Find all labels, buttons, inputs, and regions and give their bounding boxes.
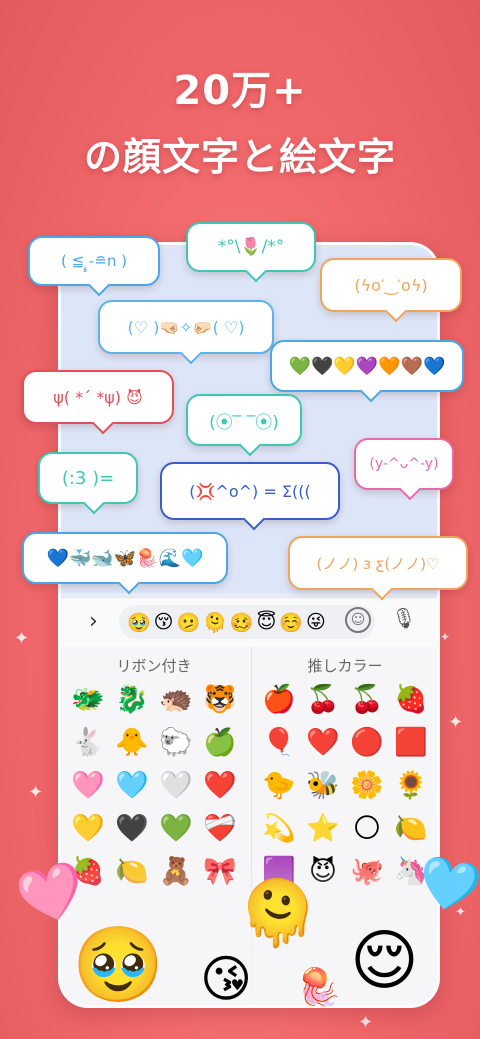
sparkle-icon: ✦	[28, 782, 44, 803]
emoji-key[interactable]: 🍒	[345, 679, 389, 720]
kaomoji-bubble: ψ( *´ *ψ) 😈	[22, 370, 174, 424]
emoji-key[interactable]: 🍏	[198, 722, 242, 763]
emoji-key[interactable]: ❤️	[198, 765, 242, 806]
kaomoji-bubble: *°\🌷/*°	[186, 222, 316, 272]
emoji-key[interactable]: 🩵	[110, 765, 154, 806]
emoji-keyboard-icon[interactable]: ☺	[345, 607, 371, 633]
emoji-key[interactable]: ❤️	[301, 722, 345, 763]
emoji-suggestion-bar[interactable]: 🥹 😚 🫤 🫠 🥴 😇 ☺️ 😜	[119, 605, 375, 639]
kissing-face-icon: 😘	[200, 950, 253, 1008]
headline-count: 20万+	[173, 68, 307, 114]
headline-subtitle: の顔文字と絵文字	[83, 135, 396, 179]
emoji-key[interactable]: 🐥	[110, 722, 154, 763]
kaomoji-bubble: (💢^o^) = Σ(((	[160, 462, 340, 520]
kaomoji-bubble: (♡ )🤜🏻✧🤛🏻( ♡)	[98, 300, 274, 354]
emoji-key[interactable]: 🌕	[345, 808, 389, 849]
emoji-key[interactable]: 🌼	[345, 765, 389, 806]
suggestion-emoji[interactable]: ☺️	[279, 611, 303, 634]
column-title-oshi-color: 推しカラー	[307, 657, 383, 675]
emoji-key[interactable]: 💚	[154, 808, 198, 849]
pleading-face-icon: 🥹	[72, 922, 165, 1008]
sparkle-icon: ✦	[14, 628, 30, 649]
emoji-key[interactable]: ⭐	[301, 808, 345, 849]
jellyfish-icon: 🪼	[296, 967, 341, 1008]
column-title-ribbon: リボン付き	[116, 657, 192, 675]
emoji-key[interactable]: 🍋	[389, 808, 433, 849]
sparkle-icon: ✦	[440, 630, 451, 644]
emoji-key[interactable]: 🖤	[110, 808, 154, 849]
suggestion-emoji[interactable]: 🥹	[127, 611, 151, 634]
emoji-key[interactable]: 💫	[257, 808, 301, 849]
emoji-key[interactable]: 🐤	[257, 765, 301, 806]
emoji-key[interactable]: 🍎	[257, 679, 301, 720]
emoji-key[interactable]: 🐉	[110, 679, 154, 720]
emoji-key[interactable]: ❤️‍🩹	[198, 808, 242, 849]
emoji-key[interactable]: 🐲	[66, 679, 110, 720]
suggestion-emoji[interactable]: 🥴	[230, 611, 254, 634]
emoji-key[interactable]: 🤍	[154, 765, 198, 806]
emoji-key[interactable]: 💛	[66, 808, 110, 849]
kaomoji-bubble: (ノノ) ɜ ƹ(ノノ)♡	[288, 536, 468, 590]
emoji-bubble: 💙🐳🐋🦋🪼🌊🩵	[22, 532, 228, 584]
light-blue-heart-icon: 🩵	[412, 850, 480, 920]
suggestion-emoji[interactable]: 😚	[154, 611, 174, 633]
kaomoji-bubble: (:3 )=	[38, 452, 138, 504]
kaomoji-bubble: (y-^ᴗ^-y)	[354, 438, 454, 490]
emoji-key[interactable]: 🟥	[389, 722, 433, 763]
emoji-key[interactable]: 🐇	[66, 722, 110, 763]
sparkle-icon: ✦	[358, 1012, 374, 1033]
emoji-key[interactable]: 🦔	[154, 679, 198, 720]
keyboard-toolbar: › 🥹 😚 🫤 🫠 🥴 😇 ☺️ 😜 ☺ 🎙	[61, 597, 437, 649]
relieved-face-icon: 😌	[350, 922, 419, 999]
chevron-right-icon[interactable]: ›	[89, 609, 98, 634]
emoji-key[interactable]: 🩷	[66, 765, 110, 806]
suggestion-emoji[interactable]: 🫠	[203, 611, 227, 634]
emoji-key[interactable]: 🍒	[301, 679, 345, 720]
emoji-key[interactable]: 🎈	[257, 722, 301, 763]
melting-face-icon: 🫠	[238, 877, 318, 951]
emoji-bubble: 💚🖤💛💜🧡🤎💙	[270, 340, 464, 392]
suggestion-emoji[interactable]: 😜	[306, 611, 326, 633]
emoji-key[interactable]: 🐝	[301, 765, 345, 806]
suggestion-emoji[interactable]: 😇	[257, 611, 277, 633]
emoji-key[interactable]: 🐯	[198, 679, 242, 720]
emoji-key[interactable]: 🐑	[154, 722, 198, 763]
kaomoji-bubble: (⦿‾ ‾⦿)	[186, 394, 302, 446]
kaomoji-bubble: (ϟo′‿′oϟ)	[320, 258, 462, 312]
emoji-key[interactable]: 🍓	[389, 679, 433, 720]
kaomoji-bubble: ( ≦ ̣̥-≘n )	[28, 236, 160, 286]
microphone-icon[interactable]: 🎙	[389, 606, 419, 638]
emoji-key[interactable]: 🔴	[345, 722, 389, 763]
emoji-key[interactable]: 🌻	[389, 765, 433, 806]
suggestion-emoji[interactable]: 🫤	[176, 611, 200, 634]
sparkle-icon: ✦	[448, 712, 464, 733]
